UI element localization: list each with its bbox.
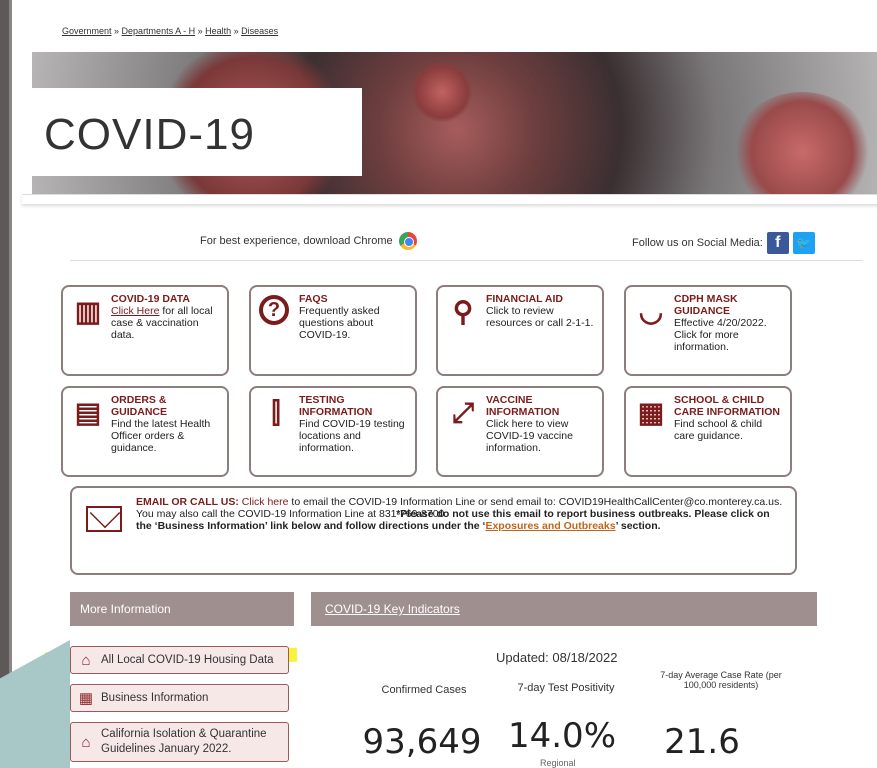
house-icon: ⌂ (81, 651, 91, 669)
email-click-here-link[interactable]: Click here (242, 496, 289, 508)
twitter-icon[interactable]: 🐦 (792, 232, 815, 254)
case-rate-value: 21.6 (664, 722, 740, 762)
housing-data-button[interactable]: ⌂ All Local COVID-19 Housing Data (70, 646, 289, 674)
key-indicators-header: COVID-19 Key Indicators (311, 592, 817, 626)
test-positivity-value: 14.0% (507, 716, 616, 756)
regional-label: Regional (540, 758, 576, 768)
social-links: Follow us on Social Media: f 🐦 (632, 232, 815, 254)
hero-shadow (22, 194, 877, 204)
click-here-link[interactable]: Click Here (111, 305, 159, 317)
breadcrumb: Government » Departments A - H » Health … (62, 26, 279, 36)
card-title: CDPH MASK GUIDANCE (674, 293, 738, 317)
card-title: ORDERS & GUIDANCE (111, 394, 168, 418)
chrome-notice: For best experience, download Chrome (200, 232, 417, 250)
card-financial-aid[interactable]: ⚲ FINANCIAL AID Click to review resource… (436, 285, 604, 376)
key-indicators-link[interactable]: COVID-19 Key Indicators (325, 602, 460, 616)
test-positivity-label: 7-day Test Positivity (517, 682, 615, 694)
exposures-outbreaks-link[interactable]: Exposures and Outbreaks (485, 520, 615, 532)
card-covid-data[interactable]: ▥ COVID-19 DATA Click Here for all local… (61, 285, 229, 376)
search-icon: ⚲ (452, 296, 474, 327)
breadcrumb-diseases[interactable]: Diseases (241, 26, 278, 36)
card-vaccine[interactable]: ⤢ VACCINE INFORMATION Click here to view… (436, 386, 604, 477)
facebook-icon[interactable]: f (766, 232, 789, 254)
breadcrumb-health[interactable]: Health (205, 26, 231, 36)
card-faqs[interactable]: ? FAQS Frequently asked questions about … (249, 285, 417, 376)
mask-icon: ◡ (638, 296, 664, 327)
isolation-guidelines-button[interactable]: ⌂ California Isolation & Quarantine Guid… (70, 722, 289, 762)
breadcrumb-departments[interactable]: Departments A - H (122, 26, 196, 36)
card-title: TESTING INFORMATION (299, 394, 373, 418)
divider (70, 260, 863, 261)
page-title: COVID-19 (44, 110, 255, 159)
business-info-button[interactable]: ▦ Business Information (70, 684, 289, 712)
card-title: FINANCIAL AID (486, 293, 563, 305)
email-call-box: EMAIL OR CALL US: Click here to email th… (70, 486, 797, 575)
social-text: Follow us on Social Media: (632, 237, 763, 249)
confirmed-cases-value: 93,649 (362, 722, 482, 762)
card-mask-guidance[interactable]: ◡ CDPH MASK GUIDANCE Effective 4/20/2022… (624, 285, 792, 376)
chrome-text: For best experience, download Chrome (200, 235, 393, 247)
home-icon: ⌂ (81, 733, 91, 751)
card-title: SCHOOL & CHILD CARE INFORMATION (674, 394, 780, 418)
envelope-icon (86, 506, 122, 532)
card-title: VACCINE INFORMATION (486, 394, 560, 418)
breadcrumb-government[interactable]: Government (62, 26, 112, 36)
card-title: FAQS (299, 293, 328, 305)
chrome-icon[interactable] (398, 232, 417, 250)
test-tube-icon: ⫿ (271, 397, 281, 428)
confirmed-cases-label: Confirmed Cases (381, 684, 467, 696)
updated-date: Updated: 08/18/2022 (496, 650, 618, 665)
card-school-child-care[interactable]: ▦ SCHOOL & CHILD CARE INFORMATION Find s… (624, 386, 792, 477)
question-icon: ? (259, 295, 289, 325)
card-orders-guidance[interactable]: ▤ ORDERS & GUIDANCE Find the latest Heal… (61, 386, 229, 477)
email-label: EMAIL OR CALL US: (136, 496, 239, 508)
building-icon: ▦ (78, 689, 94, 707)
chart-icon: ▥ (74, 296, 102, 327)
hero-banner: COVID-19 (32, 52, 877, 194)
page: Government » Departments A - H » Health … (9, 0, 877, 768)
more-info-header: More Information (70, 592, 294, 626)
school-icon: ▦ (637, 397, 665, 428)
hero-title-box: COVID-19 (32, 88, 362, 176)
left-frame (0, 0, 9, 768)
syringe-icon: ⤢ (451, 397, 475, 428)
card-title: COVID-19 DATA (111, 293, 190, 305)
case-rate-label: 7-day Average Case Rate (per 100,000 res… (660, 670, 782, 690)
document-icon: ▤ (74, 397, 102, 428)
card-testing[interactable]: ⫿ TESTING INFORMATION Find COVID-19 test… (249, 386, 417, 477)
